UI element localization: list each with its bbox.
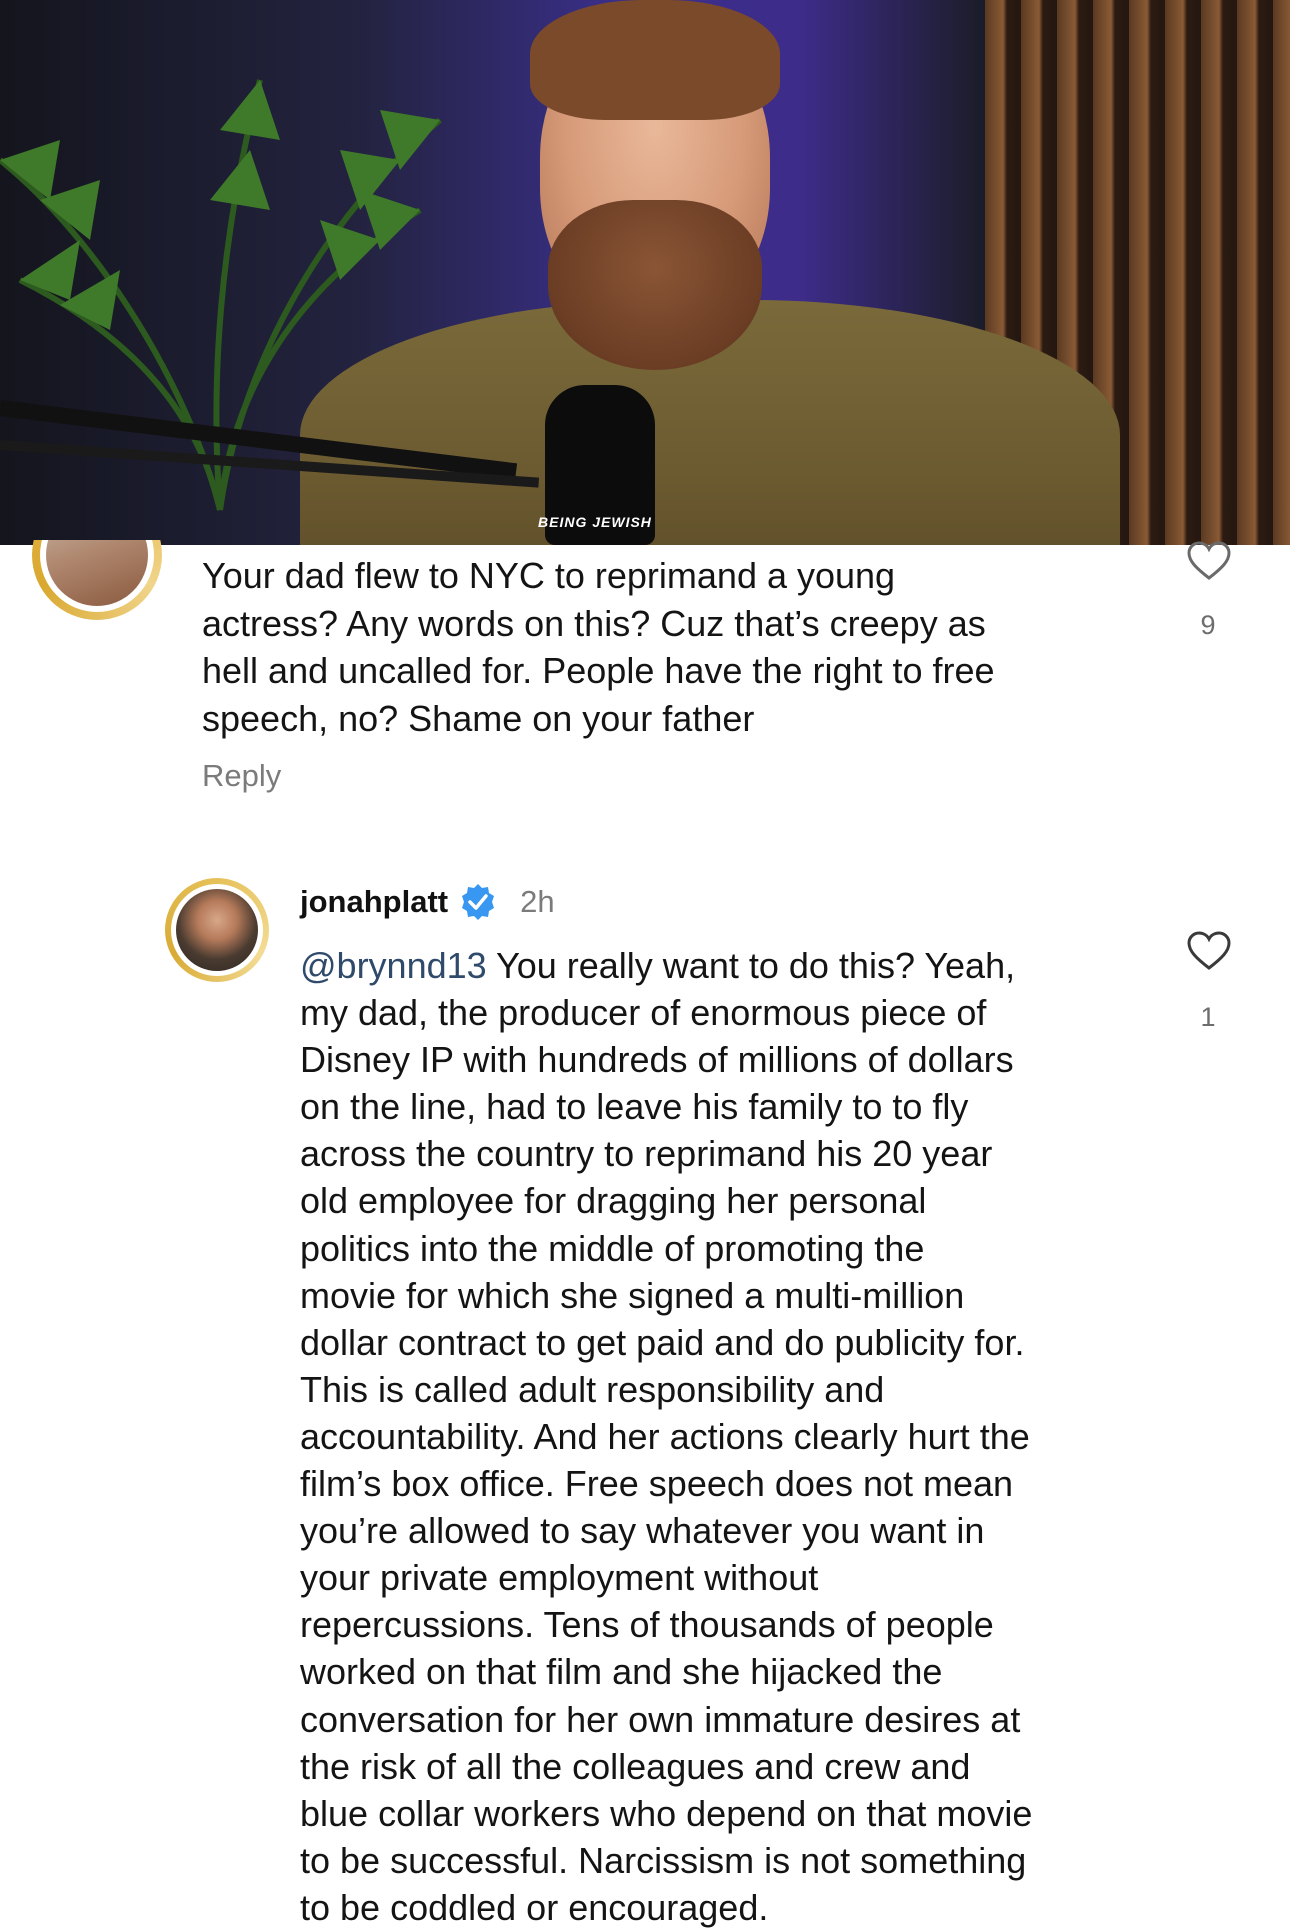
person-beard (548, 200, 762, 370)
username[interactable]: jonahplatt (300, 884, 448, 920)
heart-icon[interactable] (1186, 930, 1232, 972)
commenter-avatar[interactable] (32, 540, 168, 626)
comment-time: 2h (520, 884, 555, 919)
comment-header: jonahplatt 2h (300, 882, 555, 922)
mic-label: BEING JEWISH (538, 514, 652, 530)
like-count: 9 (1200, 610, 1216, 640)
mention-link[interactable]: @brynnd13 (300, 945, 487, 986)
person-hair (530, 0, 780, 120)
reply-body: You really want to do this? Yeah, my dad… (300, 945, 1033, 1928)
jonahplatt-avatar[interactable] (165, 878, 269, 982)
reply-button[interactable]: Reply (202, 758, 281, 794)
comment-text: Your dad flew to NYC to reprimand a youn… (202, 555, 995, 739)
verified-badge-icon (462, 884, 495, 920)
like-count: 1 (1200, 1002, 1216, 1032)
reply-text: @brynnd13 You really want to do this? Ye… (300, 942, 1150, 1931)
heart-icon[interactable] (1186, 540, 1232, 582)
video-frame[interactable]: BEING JEWISH (0, 0, 1290, 545)
